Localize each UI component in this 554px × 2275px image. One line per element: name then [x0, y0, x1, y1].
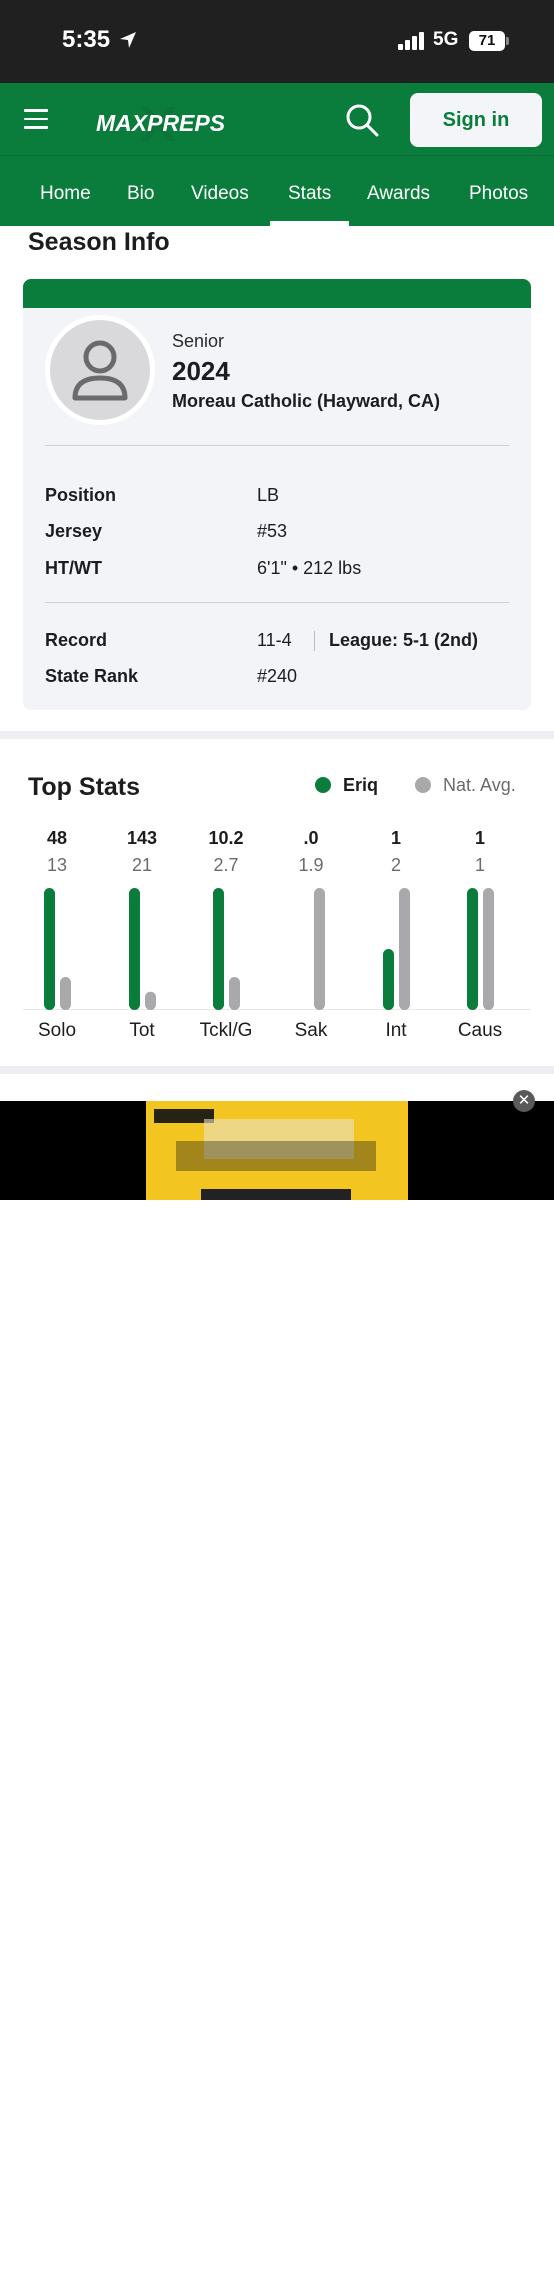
category-label: Int — [385, 1020, 407, 1041]
divider — [45, 602, 509, 603]
htwt-label: HT/WT — [45, 558, 102, 578]
profile-nav: Home Bio Videos Stats Awards Photos — [0, 156, 554, 226]
category-label: Caus — [457, 1020, 503, 1041]
state-rank-value[interactable]: #240 — [257, 666, 297, 687]
htwt-value: 6'1" • 212 lbs — [257, 558, 362, 578]
category-label: Tckl/G — [199, 1020, 253, 1041]
nat-avg-value-label: 13 — [46, 855, 68, 875]
bar-player-Caus — [467, 888, 478, 1010]
divider — [45, 445, 509, 446]
player-value-label: 1 — [390, 828, 401, 848]
vertical-separator — [314, 631, 315, 651]
player-value-label: 48 — [46, 828, 68, 848]
status-bar: 5:35 5G 71 — [0, 0, 554, 83]
category-label: Tot — [129, 1020, 155, 1041]
status-time: 5:35 — [62, 26, 111, 53]
nat-avg-value-label: 21 — [131, 855, 153, 875]
bar-player-Solo — [44, 888, 55, 1010]
legend-nat-dot — [415, 777, 431, 793]
svg-text:MAXPREPS: MAXPREPS — [96, 110, 224, 136]
bar-nat-avg-Tot — [145, 991, 156, 1010]
legend-nat-label: Nat. Avg. — [443, 775, 516, 795]
player-value-label: 10.2 — [208, 828, 244, 848]
jersey-label: Jersey — [45, 521, 103, 541]
legend-player-label: Eriq — [343, 775, 379, 795]
sign-in-button[interactable]: Sign in — [410, 93, 542, 147]
grad-year: 2024 — [172, 356, 230, 386]
bar-nat-avg-Sak — [314, 888, 325, 1010]
position-value: LB — [257, 485, 280, 505]
bar-player-Int — [383, 949, 394, 1010]
season-info-title: Season Info — [28, 228, 170, 256]
ad-creative[interactable] — [146, 1101, 408, 1200]
player-value-label: 1 — [474, 828, 485, 848]
top-stats-chart: 48 13 Solo 143 21 Tot 10.2 2.7 Tckl/G .0 1.9 Sak 1 2 I… — [23, 820, 531, 1050]
school-name[interactable]: Moreau Catholic (Hayward, CA) — [172, 391, 440, 412]
tab-home[interactable]: Home — [40, 156, 91, 226]
person-icon — [72, 340, 128, 401]
app-header: MAXPREPS Sign in — [0, 83, 554, 156]
tab-videos[interactable]: Videos — [191, 156, 249, 226]
bar-nat-avg-Caus — [483, 888, 494, 1010]
tab-bio[interactable]: Bio — [127, 156, 154, 226]
player-value-label: 143 — [126, 828, 158, 848]
avatar — [45, 315, 155, 425]
position-label: Position — [45, 485, 116, 505]
bar-player-Tckl/G — [213, 888, 224, 1010]
bar-nat-avg-Int — [399, 888, 410, 1010]
state-rank-label: State Rank — [45, 666, 139, 686]
search-icon[interactable] — [344, 102, 380, 138]
category-label: Sak — [294, 1020, 328, 1041]
battery-icon: 71 — [469, 31, 505, 51]
maxpreps-logo[interactable]: MAXPREPS — [96, 103, 224, 143]
tab-awards[interactable]: Awards — [367, 156, 430, 226]
jersey-value: #53 — [257, 521, 288, 541]
tab-photos[interactable]: Photos — [469, 156, 528, 226]
ad-banner[interactable] — [0, 1101, 554, 2273]
tab-stats[interactable]: Stats — [269, 156, 350, 226]
hamburger-menu-icon[interactable] — [24, 109, 48, 129]
league-record: League: 5-1 (2nd) — [329, 630, 479, 650]
nat-avg-value-label: 1 — [474, 855, 485, 875]
bar-nat-avg-Solo — [60, 977, 71, 1010]
nat-avg-value-label: 2 — [390, 855, 401, 875]
nat-avg-value-label: 1.9 — [298, 855, 324, 875]
season-info-card: Senior 2024 Moreau Catholic (Hayward, CA… — [23, 279, 531, 710]
cellular-signal-icon — [398, 32, 424, 50]
section-gap — [0, 1066, 554, 1074]
ad-image — [146, 1101, 408, 1200]
ad-close-icon[interactable]: ✕ — [513, 1090, 535, 1112]
class-year: Senior — [172, 331, 225, 351]
bar-nat-avg-Tckl/G — [229, 977, 240, 1010]
nat-avg-value-label: 2.7 — [213, 855, 239, 875]
legend-player-dot — [315, 777, 331, 793]
network-type: 5G — [433, 29, 459, 50]
battery-cap — [506, 37, 509, 45]
location-arrow-icon — [120, 32, 136, 48]
scroll-up-icon[interactable] — [508, 2241, 542, 2275]
category-label: Solo — [37, 1020, 77, 1041]
top-stats-title: Top Stats — [28, 773, 141, 801]
record-label: Record — [45, 630, 108, 650]
bar-player-Tot — [129, 888, 140, 1010]
player-value-label: .0 — [303, 828, 319, 848]
card-header-bar — [23, 279, 531, 308]
section-gap — [0, 731, 554, 739]
record-value: 11-4 — [257, 630, 292, 650]
